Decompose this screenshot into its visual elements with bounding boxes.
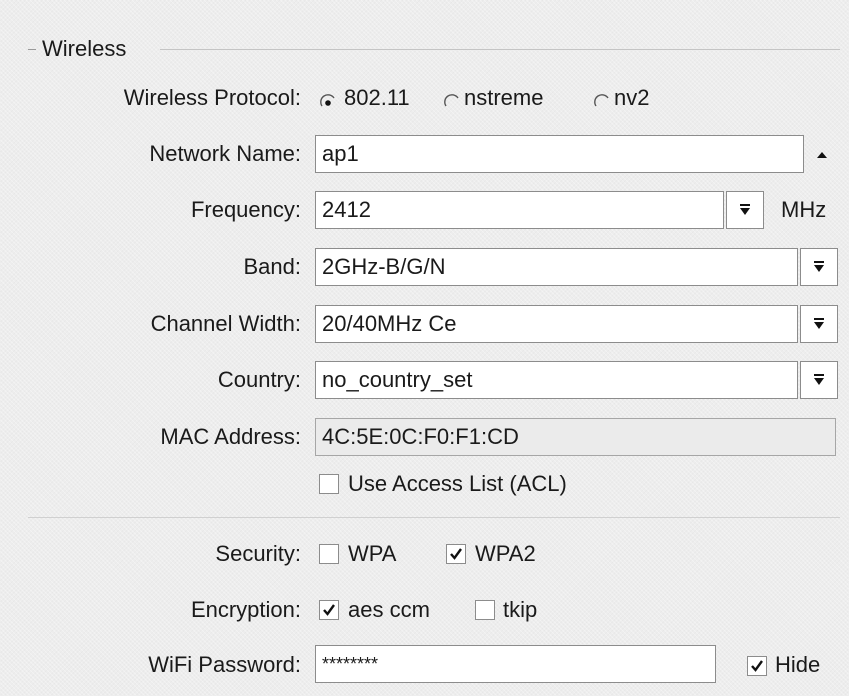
chevron-down-bar-icon [814, 374, 824, 385]
country-dropdown-button[interactable] [800, 361, 838, 399]
channel-width-select[interactable]: 20/40MHz Ce [315, 305, 798, 343]
radio-802-11[interactable] [319, 91, 337, 109]
radio-button-icon [320, 94, 335, 107]
network-name-label: Network Name: [149, 141, 301, 166]
radio-nv2[interactable] [593, 91, 611, 109]
hide-checkbox[interactable] [747, 656, 767, 676]
collapse-button[interactable] [807, 139, 837, 169]
encryption-label: Encryption: [190, 597, 301, 622]
channel-width-label: Channel Width: [150, 311, 301, 336]
band-dropdown-button[interactable] [800, 248, 838, 286]
frequency-dropdown-button[interactable] [726, 191, 764, 229]
protocol-label: Wireless Protocol: [123, 85, 301, 110]
password-input[interactable]: ******** [315, 645, 716, 683]
checkmark-icon [450, 548, 462, 560]
acl-label[interactable]: Use Access List (ACL) [348, 471, 567, 497]
band-label: Band: [243, 254, 302, 279]
tkip-checkbox[interactable] [475, 600, 495, 620]
chevron-down-bar-icon [740, 204, 750, 215]
wpa2-label[interactable]: WPA2 [475, 541, 536, 567]
wpa-checkbox[interactable] [319, 544, 339, 564]
chevron-down-bar-icon [814, 261, 824, 272]
checkmark-icon [323, 604, 335, 616]
chevron-down-bar-icon [814, 318, 824, 329]
wpa-label[interactable]: WPA [348, 541, 396, 567]
hide-label[interactable]: Hide [775, 652, 820, 678]
section-dash [28, 49, 36, 50]
aes-ccm-label[interactable]: aes ccm [348, 597, 430, 623]
mac-address-field: 4C:5E:0C:F0:F1:CD [315, 418, 836, 456]
band-select[interactable]: 2GHz-B/G/N [315, 248, 798, 286]
aes-ccm-checkbox[interactable] [319, 600, 339, 620]
radio-button-icon [444, 94, 459, 107]
section-divider [28, 517, 840, 518]
frequency-input[interactable]: 2412 [315, 191, 724, 229]
section-title: Wireless [42, 36, 127, 61]
radio-nstreme-label[interactable]: nstreme [464, 85, 543, 111]
radio-button-icon [594, 94, 609, 107]
country-select[interactable]: no_country_set [315, 361, 798, 399]
triangle-up-icon [817, 152, 827, 158]
radio-802-11-label[interactable]: 802.11 [344, 85, 410, 111]
security-label: Security: [215, 541, 301, 566]
country-label: Country: [217, 367, 301, 392]
network-name-input[interactable]: ap1 [315, 135, 804, 173]
radio-nv2-label[interactable]: nv2 [614, 85, 649, 111]
password-label: WiFi Password: [148, 652, 301, 677]
channel-width-dropdown-button[interactable] [800, 305, 838, 343]
frequency-label: Frequency: [190, 197, 301, 222]
checkmark-icon [751, 660, 763, 672]
mac-address-label: MAC Address: [160, 424, 301, 449]
tkip-label[interactable]: tkip [503, 597, 537, 623]
wpa2-checkbox[interactable] [446, 544, 466, 564]
section-top-line [160, 49, 840, 50]
acl-checkbox[interactable] [319, 474, 339, 494]
frequency-unit: MHz [781, 197, 827, 222]
radio-nstreme[interactable] [443, 91, 461, 109]
